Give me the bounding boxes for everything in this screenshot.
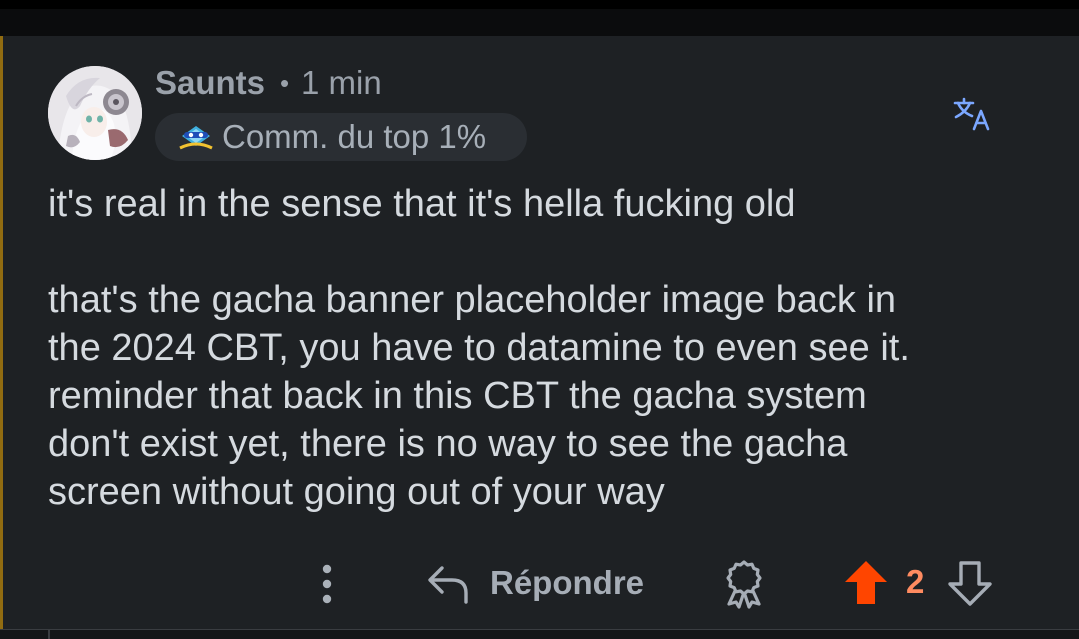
comment-body-line: screen without going out of your way — [48, 471, 665, 513]
user-flair-badge[interactable]: Comm. du top 1% — [155, 113, 527, 161]
author-name[interactable]: Saunts — [155, 64, 265, 102]
comment-body-line: it's real in the sense that it's hella f… — [48, 183, 796, 225]
more-vertical-icon[interactable] — [312, 560, 342, 608]
upvote-arrow-icon[interactable] — [842, 558, 890, 608]
bottom-thread-notch — [48, 629, 50, 639]
top-commenter-badge-icon — [179, 126, 213, 150]
downvote-arrow-icon[interactable] — [946, 558, 994, 608]
bottom-divider — [0, 629, 1079, 639]
award-icon[interactable] — [718, 558, 770, 610]
comment-time: 1 min — [301, 64, 382, 101]
comment-screen: Saunts • 1 min Comm. du top 1% it's real… — [0, 0, 1079, 639]
translate-icon[interactable] — [952, 96, 992, 132]
comment-body-line: reminder that back in this CBT the gacha… — [48, 375, 867, 417]
reply-arrow-icon — [428, 566, 468, 604]
badge-label: Comm. du top 1% — [222, 118, 487, 155]
top-bar — [0, 0, 1079, 36]
comment-body-line: don't exist yet, there is no way to see … — [48, 423, 848, 465]
thread-line — [0, 36, 3, 639]
top-bar-inner — [0, 9, 1079, 36]
avatar[interactable] — [48, 66, 142, 160]
comment-body-line: the 2024 CBT, you have to datamine to ev… — [48, 327, 910, 369]
comment-body-line: that's the gacha banner placeholder imag… — [48, 279, 897, 321]
avatar-image — [48, 66, 142, 160]
vote-count: 2 — [906, 563, 925, 600]
reply-button[interactable]: Répondre — [420, 555, 660, 611]
reply-label: Répondre — [490, 564, 645, 601]
meta-separator: • — [280, 68, 290, 98]
